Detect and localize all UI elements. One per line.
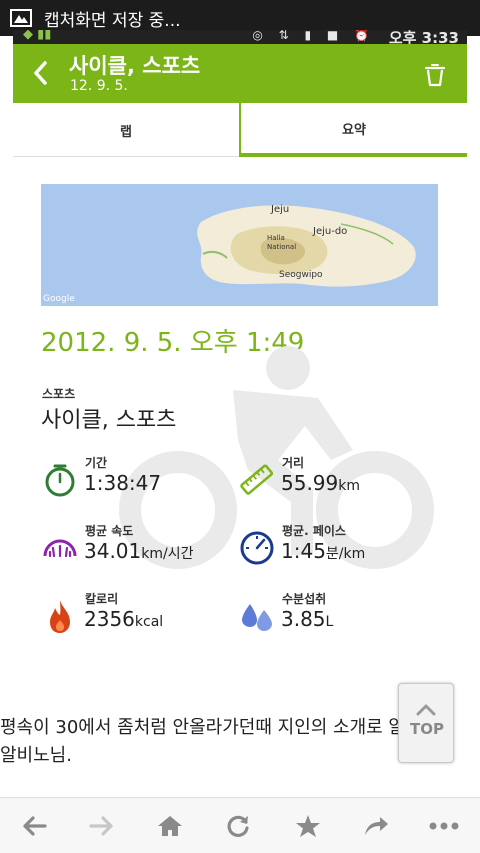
share-icon [365,817,388,835]
stopwatch-icon [45,464,75,497]
stat-duration-value: 1:38:47 [84,471,161,495]
stat-avg-speed-value: 34.01km/시간 [84,539,194,563]
stat-avg-pace-number: 1:45 [281,539,326,563]
browser-bookmark-button[interactable] [290,810,326,842]
route-map[interactable]: Jeju Jeju-do Halla National Seogwipo Goo… [41,184,438,306]
app-bar: 사이클, 스포츠 12. 9. 5. [13,44,467,103]
chevron-up-icon [416,704,436,716]
more-icon [429,822,459,830]
status-icons: ◎ ⇅ ▮ ■ ⏰ [252,30,375,42]
sport-label: 스포츠 [42,387,76,401]
map-label-jeju-do: Jeju-do [313,226,348,237]
tab-summary[interactable]: 요약 [239,103,467,157]
browser-share-button[interactable] [358,810,394,842]
home-icon [158,816,182,836]
tab-laps[interactable]: 랩 [13,103,239,157]
stat-hydration-value: 3.85L [281,607,333,631]
stat-duration: 기간 1:38:47 [42,454,242,510]
tab-summary-label: 요약 [342,122,366,138]
flame-icon [50,600,70,633]
stat-avg-pace-unit: 분/km [325,546,366,562]
stat-duration-label: 기간 [85,456,108,470]
scroll-top-label: TOP [410,720,444,738]
stat-avg-pace: 평균. 페이스 1:45분/km [239,522,439,578]
scroll-top-button[interactable]: TOP [398,683,454,763]
stat-duration-number: 1:38:47 [84,471,162,495]
browser-refresh-button[interactable] [220,810,256,842]
stat-avg-speed-number: 34.01 [84,539,142,563]
stat-hydration-label: 수분섭취 [282,592,327,606]
stat-distance-label: 거리 [282,456,305,470]
trash-icon[interactable] [423,62,447,88]
status-bar: ◆ ▮▮ ◎ ⇅ ▮ ■ ⏰ 오후 3:33 [13,30,467,44]
back-arrow-icon [23,816,47,836]
browser-forward-button[interactable] [84,810,120,842]
forward-arrow-icon [89,816,113,836]
status-time: 오후 3:33 [388,30,459,44]
stat-calories-label: 칼로리 [85,592,119,606]
status-app-icon: ◆ ▮▮ [23,30,52,42]
island-map-graphic [197,205,416,287]
stat-distance-value: 55.99km [281,471,360,495]
notification-text: 캡처화면 저장 중... [44,10,181,31]
browser-back-button[interactable] [16,810,52,842]
image-icon [10,9,32,27]
stat-avg-speed-label: 평균 속도 [85,524,134,538]
stat-distance: 거리 55.99km [239,454,439,510]
browser-home-button[interactable] [152,810,188,842]
stat-avg-speed-unit: km/시간 [141,546,194,562]
stat-calories-unit: kcal [134,614,164,630]
post-text: 평속이 30에서 좀처럼 안올라가던때 지인의 소개로 알게된 알비노님. [0,717,439,766]
ruler-icon [240,464,274,495]
stat-hydration: 수분섭취 3.85L [239,590,439,646]
back-arrow-icon[interactable] [31,60,51,86]
tab-laps-label: 랩 [120,124,132,140]
map-label-halla: Halla National [267,234,297,251]
stat-calories-number: 2356 [84,607,135,631]
map-label-seogwipo: Seogwipo [279,270,323,280]
refresh-icon [227,815,249,837]
stat-avg-speed: 평균 속도 34.01km/시간 [42,522,242,578]
speedometer-icon [43,539,77,558]
browser-toolbar [0,797,480,853]
stat-distance-unit: km [338,478,361,494]
stat-avg-pace-label: 평균. 페이스 [282,524,346,538]
stat-hydration-number: 3.85 [281,607,326,631]
stat-distance-number: 55.99 [281,471,339,495]
tab-bar: 랩 요약 [13,103,467,157]
gauge-icon [240,531,274,565]
stat-avg-pace-value: 1:45분/km [281,539,365,563]
water-drops-icon [242,604,272,631]
stat-calories-value: 2356kcal [84,607,163,631]
map-google-logo: Google [43,294,75,304]
screenshot-frame: ◆ ▮▮ ◎ ⇅ ▮ ■ ⏰ 오후 3:33 사이클, 스포츠 12. 9. 5… [13,30,467,797]
page-title: 사이클, 스포츠 [69,54,201,78]
stat-hydration-unit: L [325,614,334,630]
map-label-jeju: Jeju [271,204,290,215]
star-icon [296,815,320,837]
browser-more-button[interactable] [426,810,462,842]
sport-value: 사이클, 스포츠 [41,408,177,433]
stat-calories: 칼로리 2356kcal [42,590,242,646]
page-subtitle: 12. 9. 5. [70,78,128,94]
post-body-text: 평속이 30에서 좀처럼 안올라가던때 지인의 소개로 알게된 알비노님. [0,714,454,770]
